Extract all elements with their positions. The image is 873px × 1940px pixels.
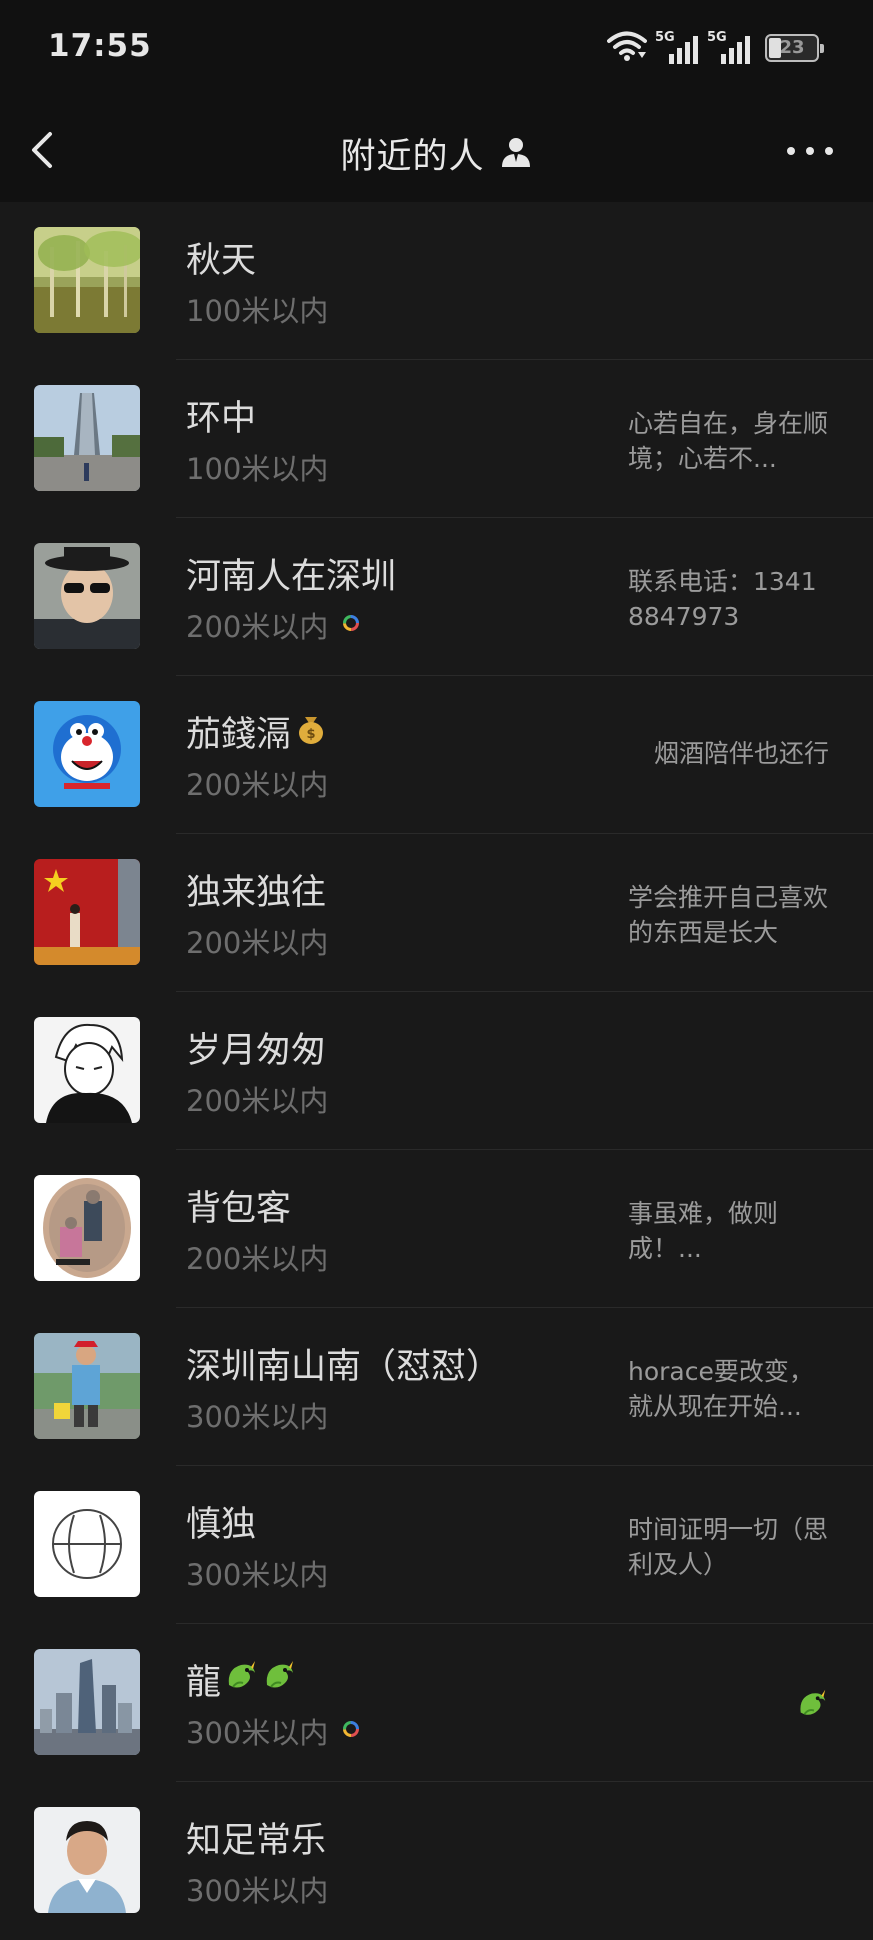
person-name: 深圳南山南（怼怼） (186, 1347, 502, 1387)
distance-label: 200米以内 (186, 610, 329, 644)
distance-line: 200米以内 (186, 1078, 328, 1120)
avatar[interactable] (34, 385, 140, 491)
person-name: 茄錢滆 $ (186, 706, 329, 757)
people-list: 秋天 100米以内 环中 100米以内 心若自在，身在顺境；心若不... 河南人… (0, 202, 873, 1940)
more-button[interactable] (787, 136, 833, 166)
signature-text: 联系电话：13418847973 (628, 567, 817, 631)
distance-line: 200米以内 (186, 920, 328, 962)
avatar[interactable] (34, 1017, 140, 1123)
list-item[interactable]: 岁月匆匆 200米以内 (0, 992, 873, 1150)
signature-text: 时间证明一切（思利及人） (628, 1515, 829, 1579)
status-time: 17:55 (48, 28, 152, 64)
avatar[interactable] (34, 227, 140, 333)
signal-icon: 5G (655, 30, 699, 66)
distance-label: 200米以内 (186, 926, 329, 960)
distance-label: 300米以内 (186, 1874, 329, 1908)
battery-icon: 23 (765, 34, 824, 62)
list-item[interactable]: 慎独 300米以内 时间证明一切（思利及人） (0, 1466, 873, 1624)
page-title: 附近的人 (340, 137, 485, 177)
avatar[interactable] (34, 1175, 140, 1281)
person-name: 独来独往 (186, 873, 327, 913)
status-ring-icon (342, 1720, 360, 1742)
status-bar: 17:55 5G 5G 23 (0, 0, 873, 100)
list-item[interactable]: 独来独往 200米以内 学会推开自己喜欢的东西是长大 (0, 834, 873, 992)
signature-text: 烟酒陪伴也还行 (653, 739, 829, 768)
avatar[interactable] (34, 1807, 140, 1913)
list-item[interactable]: 环中 100米以内 心若自在，身在顺境；心若不... (0, 360, 873, 518)
person-name: 龍 (186, 1654, 297, 1705)
battery-level: 23 (779, 37, 805, 58)
avatar[interactable] (34, 1491, 140, 1597)
distance-line: 200米以内 (186, 604, 360, 646)
distance-label: 300米以内 (186, 1400, 329, 1434)
money-bag-icon: $ (293, 709, 329, 754)
distance-label: 300米以内 (186, 1558, 329, 1592)
list-item[interactable]: 背包客 200米以内 事虽难，做则成！... (0, 1150, 873, 1308)
person-name: 背包客 (186, 1189, 292, 1229)
signature-text: 学会推开自己喜欢的东西是长大 (628, 883, 829, 947)
distance-line: 100米以内 (186, 288, 328, 330)
signal-icon: 5G (707, 30, 751, 66)
person-name: 秋天 (186, 241, 257, 281)
signature-text: horace要改变，就从现在开始... (628, 1357, 814, 1421)
signature-text: 心若自在，身在顺境；心若不... (628, 409, 829, 473)
person-name: 岁月匆匆 (186, 1031, 327, 1071)
status-ring-icon (342, 614, 360, 636)
dragon-icon (261, 1657, 297, 1702)
distance-line: 300米以内 (186, 1710, 360, 1752)
nav-title-group: 附近的人 (0, 128, 873, 179)
svg-text:$: $ (306, 727, 315, 742)
nav-bar: 附近的人 (0, 100, 873, 202)
wifi-icon (607, 30, 647, 66)
distance-label: 200米以内 (186, 768, 329, 802)
distance-label: 200米以内 (186, 1242, 329, 1276)
signature-text: 事虽难，做则成！... (628, 1199, 779, 1263)
dragon-icon (223, 1657, 259, 1702)
distance-line: 200米以内 (186, 1236, 328, 1278)
distance-line: 200米以内 (186, 762, 328, 804)
distance-line: 300米以内 (186, 1552, 328, 1594)
avatar[interactable] (34, 1649, 140, 1755)
person-icon[interactable] (499, 135, 533, 173)
distance-label: 100米以内 (186, 452, 329, 486)
status-icons: 5G 5G 23 (607, 30, 824, 66)
distance-label: 100米以内 (186, 294, 329, 328)
dragon-icon (795, 1686, 829, 1720)
person-name: 环中 (186, 399, 257, 439)
avatar[interactable] (34, 701, 140, 807)
person-name: 慎独 (186, 1505, 257, 1545)
more-dots-icon (787, 147, 795, 155)
avatar[interactable] (34, 859, 140, 965)
list-item[interactable]: 河南人在深圳 200米以内 联系电话：13418847973 (0, 518, 873, 676)
list-item[interactable]: 知足常乐 300米以内 (0, 1782, 873, 1940)
avatar[interactable] (34, 543, 140, 649)
person-name: 河南人在深圳 (186, 557, 397, 597)
person-name: 知足常乐 (186, 1821, 327, 1861)
distance-label: 300米以内 (186, 1716, 329, 1750)
list-item[interactable]: 秋天 100米以内 (0, 202, 873, 360)
list-item[interactable]: 龍 300米以内 (0, 1624, 873, 1782)
distance-line: 300米以内 (186, 1868, 328, 1910)
distance-line: 100米以内 (186, 446, 328, 488)
distance-line: 300米以内 (186, 1394, 328, 1436)
avatar[interactable] (34, 1333, 140, 1439)
list-item[interactable]: 深圳南山南（怼怼） 300米以内 horace要改变，就从现在开始... (0, 1308, 873, 1466)
distance-label: 200米以内 (186, 1084, 329, 1118)
list-item[interactable]: 茄錢滆 $ 200米以内 烟酒陪伴也还行 (0, 676, 873, 834)
